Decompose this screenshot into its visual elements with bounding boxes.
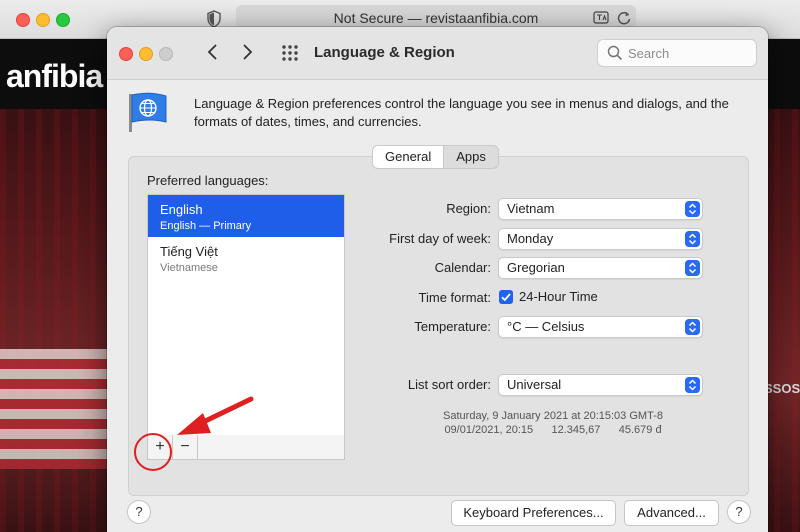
show-all-grid-icon[interactable] [281, 44, 299, 62]
window-close-button[interactable] [119, 47, 133, 61]
temperature-label: Temperature: [414, 319, 491, 334]
region-label: Region: [446, 201, 491, 216]
list-sort-order-value: Universal [507, 377, 562, 392]
first-day-value: Monday [507, 231, 554, 246]
language-name: English [160, 202, 203, 217]
tab-apps[interactable]: Apps [444, 146, 498, 168]
tab-bar: General Apps [372, 145, 499, 169]
language-subtitle: English — Primary [160, 220, 252, 232]
language-region-window: Language & Region Search Language & Regi… [107, 27, 768, 532]
window-zoom-button[interactable] [159, 47, 173, 61]
chevron-left-icon[interactable] [205, 42, 221, 62]
background-photo-flag [0, 349, 110, 469]
temperature-value: °C — Celsius [507, 319, 585, 334]
updown-chevron-icon [685, 201, 700, 217]
background-photo-text: SSOS [764, 381, 800, 396]
temperature-select[interactable]: °C — Celsius [498, 316, 703, 338]
window-toolbar: Language & Region Search [107, 27, 768, 80]
preferred-languages-label: Preferred languages: [147, 173, 269, 188]
language-name: Tiếng Việt [160, 244, 218, 259]
24-hour-time-checkbox[interactable] [499, 290, 513, 304]
list-sort-order-label: List sort order: [407, 377, 491, 392]
calendar-label: Calendar: [434, 260, 491, 275]
updown-chevron-icon [685, 377, 700, 393]
site-logo[interactable]: anfibia [6, 58, 103, 95]
calendar-select[interactable]: Gregorian [498, 257, 703, 279]
privacy-shield-icon[interactable] [206, 10, 222, 28]
window-title: Language & Region [314, 44, 455, 61]
annotation-arrow-icon [177, 396, 254, 435]
search-placeholder: Search [628, 46, 670, 61]
browser-minimize-button[interactable] [36, 13, 50, 27]
list-sort-order-select[interactable]: Universal [498, 374, 703, 396]
region-select[interactable]: Vietnam [498, 198, 703, 220]
language-subtitle: Vietnamese [160, 262, 218, 274]
translate-icon[interactable] [593, 10, 609, 26]
first-day-label: First day of week: [389, 231, 491, 246]
search-icon [607, 45, 623, 61]
help-button-left[interactable]: ? [127, 500, 151, 524]
calendar-value: Gregorian [507, 260, 565, 275]
address-bar-text: Not Secure — revistaanfibia.com [333, 10, 539, 26]
help-button-right[interactable]: ? [727, 500, 751, 524]
format-sample-numbers: 09/01/2021, 20:15 12.345,67 45.679 đ [444, 424, 662, 436]
format-sample-date: Saturday, 9 January 2021 at 20:15:03 GMT… [443, 410, 663, 422]
list-item-english[interactable]: English English — Primary [148, 195, 344, 237]
browser-zoom-button[interactable] [56, 13, 70, 27]
advanced-button[interactable]: Advanced... [624, 500, 719, 526]
reload-icon[interactable] [616, 9, 632, 27]
time-format-label: Time format: [418, 290, 491, 305]
updown-chevron-icon [685, 231, 700, 247]
browser-close-button[interactable] [16, 13, 30, 27]
window-minimize-button[interactable] [139, 47, 153, 61]
chevron-right-icon[interactable] [239, 42, 255, 62]
language-flag-globe-icon [129, 92, 167, 132]
pane-description: Language & Region preferences control th… [194, 96, 729, 129]
list-item-vietnamese[interactable]: Tiếng Việt Vietnamese [148, 237, 344, 279]
24-hour-time-label[interactable]: 24-Hour Time [519, 289, 598, 304]
updown-chevron-icon [685, 319, 700, 335]
region-value: Vietnam [507, 201, 555, 216]
tab-general[interactable]: General [373, 146, 445, 168]
search-input[interactable]: Search [597, 39, 757, 67]
updown-chevron-icon [685, 260, 700, 276]
first-day-select[interactable]: Monday [498, 228, 703, 250]
keyboard-preferences-button[interactable]: Keyboard Preferences... [451, 500, 616, 526]
